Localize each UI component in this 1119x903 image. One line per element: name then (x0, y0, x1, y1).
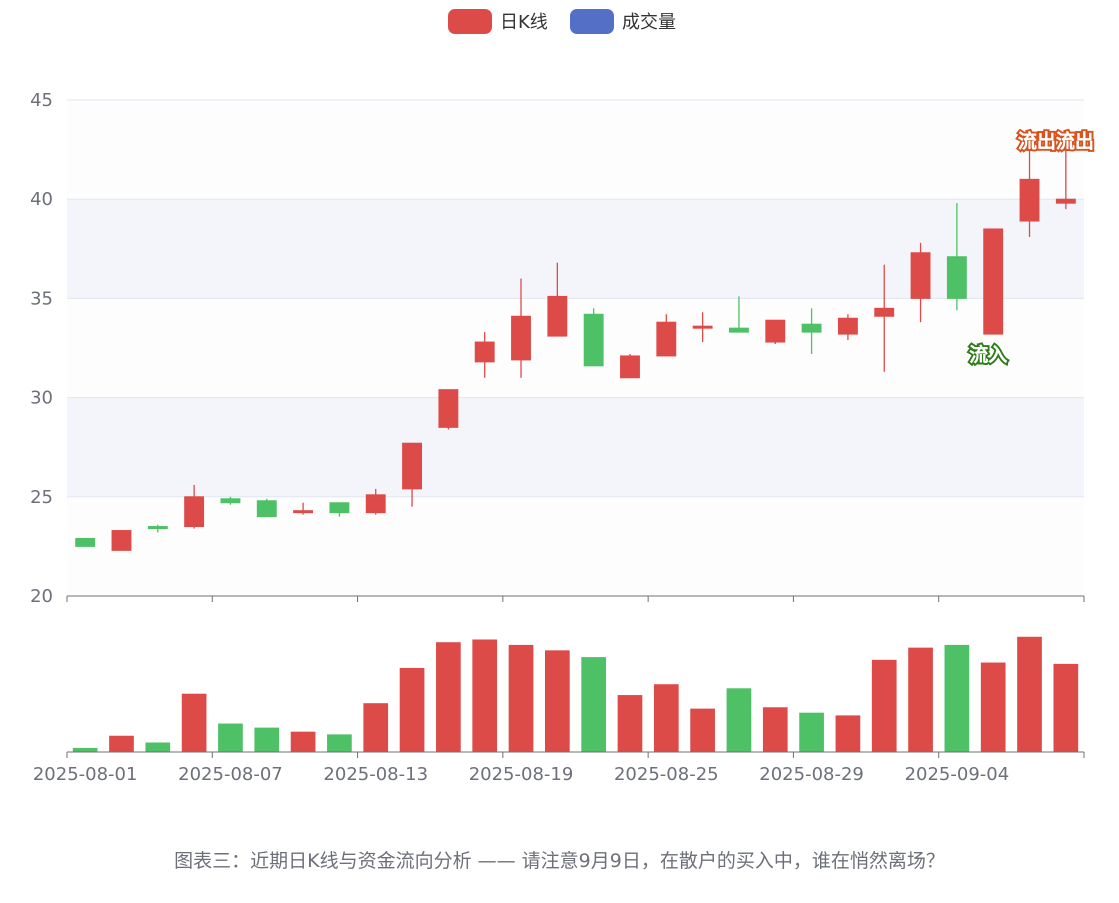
x-tick-label: 2025-08-07 (178, 764, 283, 785)
volume-bar (508, 644, 534, 752)
candle-body (874, 307, 895, 317)
volume-bar (436, 642, 461, 752)
volume-bar (871, 659, 897, 752)
volume-bar (944, 644, 970, 752)
annotation-label-fill: 流出流出 (1018, 130, 1094, 153)
price-tick-label: 20 (30, 586, 53, 607)
grid-band (67, 496, 1084, 596)
kline-chart: 日K线 成交量 202530354045 流入流入流出流出流出流出 2025-08… (30, 9, 1096, 785)
price-tick-label: 35 (30, 288, 53, 309)
price-tick-label: 45 (30, 90, 53, 111)
candle-body (620, 355, 640, 379)
grid-band (67, 298, 1084, 398)
legend-label-1: 成交量 (622, 12, 676, 33)
candle (438, 389, 459, 430)
x-tick-label: 2025-08-01 (33, 764, 138, 785)
candle-body (293, 510, 314, 514)
candle-body (837, 317, 858, 335)
volume-bar (980, 662, 1006, 752)
volume-bar (726, 688, 752, 752)
legend-swatch-0 (448, 9, 492, 34)
legend: 日K线 成交量 (448, 9, 676, 34)
volume-bar (1017, 636, 1042, 752)
volume-bar (109, 735, 134, 752)
volume-bar (544, 650, 570, 752)
price-tick-label: 40 (30, 189, 53, 210)
candle-body (147, 526, 168, 530)
candle-body (1055, 198, 1076, 204)
grid-band (67, 199, 1084, 299)
grid-band (67, 100, 1084, 200)
candle-body (220, 498, 241, 504)
legend-swatch-1 (570, 9, 614, 34)
volume-bar (363, 703, 389, 752)
volume-bar (653, 684, 679, 752)
volume-bar (762, 707, 788, 752)
candle-body (474, 341, 495, 363)
candle-body (547, 295, 568, 337)
x-tick-label: 2025-08-19 (469, 764, 574, 785)
price-grid (67, 99, 1084, 596)
volume-bar (799, 712, 824, 752)
price-tick-label: 25 (30, 487, 53, 508)
candle-body (111, 530, 132, 551)
x-axis: 2025-08-01 2025-08-07 2025-08-13 2025-08-19… (33, 751, 1085, 785)
volume-bar (399, 667, 425, 752)
volume-bar (908, 647, 933, 752)
x-tick-label: 2025-09-04 (905, 764, 1010, 785)
volume-series (72, 636, 1079, 752)
candle-body (983, 228, 1004, 335)
volume-bar (145, 742, 171, 752)
candle-body (801, 323, 822, 333)
volume-bar (290, 731, 316, 752)
volume-bar (581, 657, 607, 752)
candle-body (329, 502, 350, 514)
candle-body (910, 252, 931, 299)
candle-body (256, 500, 277, 518)
volume-bar (254, 727, 280, 752)
grid-band (67, 397, 1084, 497)
candle-body (1019, 178, 1040, 222)
candle-body (511, 315, 531, 361)
candle-body (765, 319, 786, 343)
candle-body (692, 325, 713, 329)
candle (983, 228, 1004, 335)
legend-label-0: 日K线 (500, 12, 548, 33)
candle-body (946, 256, 967, 299)
volume-bar (617, 695, 643, 752)
price-tick-label: 30 (30, 388, 53, 409)
candle-body (184, 496, 205, 528)
volume-bar (181, 693, 207, 752)
candle-body (75, 537, 96, 547)
candle (620, 353, 640, 379)
candle-body (438, 389, 459, 428)
volume-bar (472, 639, 498, 752)
volume-bar (1053, 663, 1079, 752)
candle-body (365, 494, 386, 514)
volume-bar (835, 715, 861, 752)
candle (75, 537, 96, 547)
chart-caption: 图表三：近期日K线与资金流向分析 —— 请注意9月9日，在散户的买入中，谁在悄然… (174, 850, 945, 872)
annotation-label-fill: 流入 (969, 343, 1007, 366)
volume-bar (72, 747, 98, 752)
x-tick-label: 2025-08-25 (614, 764, 719, 785)
candle (765, 319, 786, 345)
volume-bar (327, 734, 352, 752)
volume-bar (218, 723, 243, 752)
x-tick-label: 2025-08-13 (323, 764, 428, 785)
candle-body (656, 321, 677, 357)
candle-body (729, 327, 749, 333)
candle (256, 498, 277, 518)
candle (111, 530, 132, 551)
candle-body (402, 442, 422, 490)
candle (583, 308, 604, 367)
x-tick-label: 2025-08-29 (759, 764, 864, 785)
volume-bar (690, 708, 715, 752)
candle-body (583, 313, 604, 367)
